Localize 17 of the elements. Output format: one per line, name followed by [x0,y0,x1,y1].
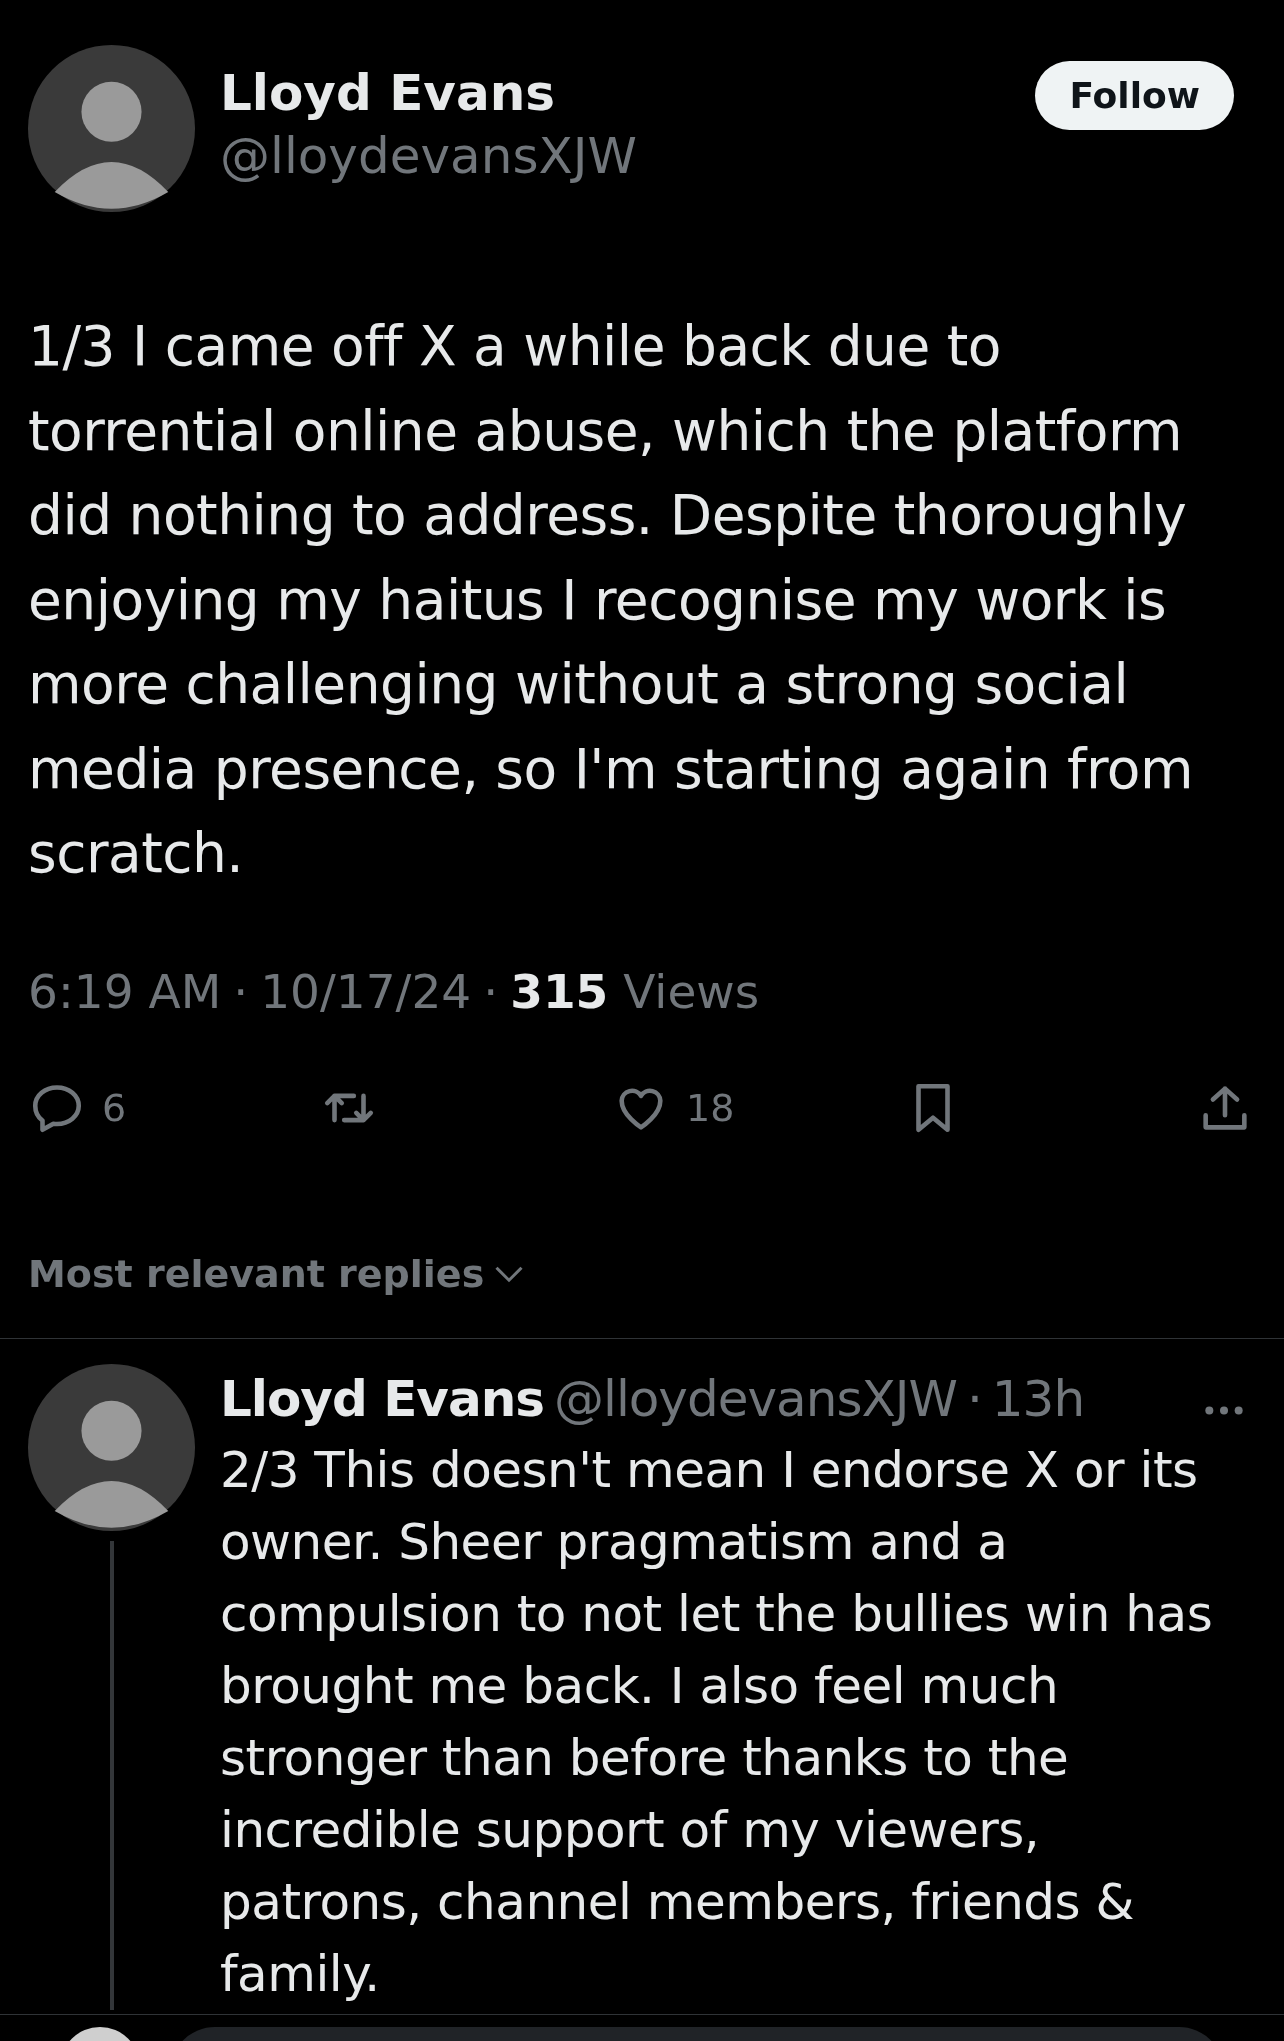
replies-sort-label[interactable]: Most relevant replies [28,1251,485,1296]
action-count: 6 [102,1085,127,1130]
action-count: 18 [686,1085,735,1130]
post-time[interactable]: 6:19 AM [28,963,222,1019]
post-date[interactable]: 10/17/24 [260,963,472,1019]
meta-separator: · [483,963,499,1019]
reply-separator: · [966,1368,982,1430]
meta-separator: · [233,963,249,1019]
reply-age: 13h [991,1368,1085,1430]
reply-text: 2/3 This doesn't mean I endorse X or its owner. Sheer pragmatism and a compulsion to not let the bullies win has brought me back. I also feel much stronger than before thanks to the incredible support of my viewers, patrons, channel members, friends & family. [220,1439,1214,2005]
reply-author-handle[interactable]: @lloydevansXJW [554,1363,957,1434]
post-text: 1/3 I came off X a while back due to torrential online abuse, which the platform did nothing to address. Despite thoroughly enjoying my haitus I recognise my work is more challenging without a strong social media presence, so I'm starting again from scratch. [27,313,1195,887]
view-count: 315 Views [510,963,760,1019]
author-name[interactable]: Lloyd Evans [220,59,1036,126]
follow-button[interactable]: Follow [1035,61,1234,130]
author-handle[interactable]: @lloydevansXJW [220,125,1036,186]
reply-author-name[interactable]: Lloyd Evans [220,1363,544,1434]
